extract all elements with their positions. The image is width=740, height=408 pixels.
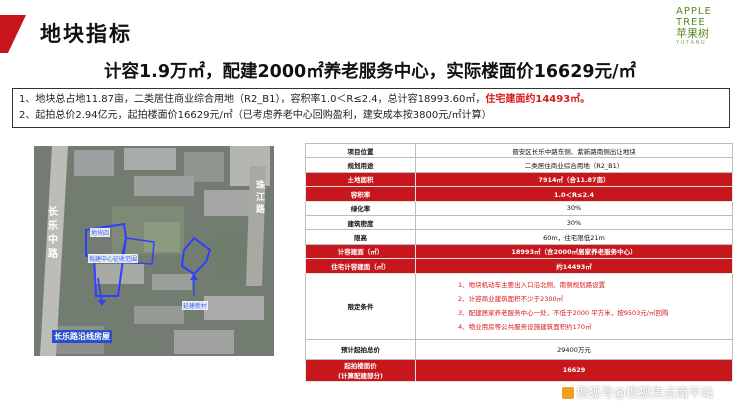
map-label-area: 拟建中心征收范围 — [88, 254, 139, 263]
sohu-icon — [562, 387, 574, 399]
apple-tree-logo: APPLE TREE 苹果树 Y·U·T·A·N·G — [676, 6, 734, 50]
condition-item: 1、地块机动车主要出入口沿北侧、南侧规划路设置 — [458, 281, 606, 290]
table-key-cell: 规划用途 — [305, 157, 416, 173]
table-row: 土地面积 7914㎡（合11.87亩） — [305, 171, 733, 188]
table-key-cell: 起拍楼面价 (计算配建部分) — [305, 358, 416, 382]
header-accent-bar — [0, 15, 8, 53]
info-box: 1、地块总占地11.87亩，二类居住商业综合用地（R2_B1），容积率1.0＜R… — [12, 88, 730, 128]
table-row: 计容建面（㎡） 18993㎡（含2000㎡居家养老服务中心） — [305, 243, 733, 260]
info-line-1-text: 1、地块总占地11.87亩，二类居住商业综合用地（R2_B1），容积率1.0＜R… — [19, 94, 486, 105]
conditions-cell: 1、地块机动车主要出入口沿北侧、南侧规划路设置 2、计容商业建筑面积不少于2300… — [415, 272, 733, 340]
floor-key-line2: (计算配建部分) — [338, 372, 383, 381]
table-row: 住宅计容建面（㎡） 约14493㎡ — [305, 258, 733, 274]
watermark-text: 搜狐号@搜狐焦点南平站 — [576, 385, 714, 400]
table-value-cell: 16629 — [415, 358, 733, 382]
table-row: 规划用途 二类居住商业综合用地（R2_B1） — [305, 157, 733, 173]
table-row-floor-price: 起拍楼面价 (计算配建部分) 16629 — [305, 358, 733, 382]
table-key-cell: 建筑密度 — [305, 214, 416, 231]
logo-text-sub: Y·U·T·A·N·G — [676, 40, 705, 46]
table-value-cell: 29400万元 — [415, 338, 733, 360]
table-value-cell: 60m，住宅限低21m — [415, 229, 733, 245]
table-value-cell: 二类居住商业综合用地（R2_B1） — [415, 157, 733, 173]
table-row: 建筑密度 30% — [305, 214, 733, 231]
info-line-2: 2、起拍总价2.94亿元，起拍楼面价16629元/㎡（已考虑养老中心回购盈利，建… — [19, 110, 492, 121]
table-value-cell: 7914㎡（合11.87亩） — [415, 171, 733, 188]
map-label-road-left: 长乐中路 — [48, 207, 59, 260]
table-value-cell: 约14493㎡ — [415, 258, 733, 274]
info-line-1: 1、地块总占地11.87亩，二类居住商业综合用地（R2_B1），容积率1.0＜R… — [19, 92, 723, 108]
condition-item: 4、物业用房等公共服务设施建筑面积约170㎡ — [458, 323, 592, 332]
map-label-village: 延建新村 — [182, 301, 209, 310]
table-key-cell: 项目位置 — [305, 142, 416, 159]
page-title: 地块指标 — [40, 22, 132, 46]
table-row-price: 预计起拍总价 29400万元 — [305, 338, 733, 360]
header-accent-triangle — [8, 15, 26, 53]
info-line-1-highlight: 住宅建面约14493㎡。 — [485, 94, 591, 105]
table-key-cell: 土地面积 — [305, 171, 416, 188]
condition-item: 3、配建居家养老服务中心一处，不低于2000 平方米，按9503元/㎡回购 — [458, 309, 669, 318]
table-row-conditions: 限定条件 1、地块机动车主要出入口沿北侧、南侧规划路设置 2、计容商业建筑面积不少于… — [305, 272, 733, 340]
table-key-cell: 预计起拍总价 — [305, 338, 416, 360]
map-label-road-bottom: 长乐路沿线房屋 — [52, 330, 112, 343]
table-value-cell: 30% — [415, 214, 733, 231]
land-info-table: 项目位置 晋安区长乐中路东侧、紫新路南侧出让地块 规划用途 二类居住商业综合用地（R2… — [305, 142, 733, 382]
headline: 计容1.9万㎡，配建2000㎡养老服务中心，实际楼面价16629元/㎡ — [104, 62, 636, 82]
satellite-map: 长乐中路 珠江路 长乐路沿线房屋 地块四 拟建中心征收范围 延建新村 — [34, 146, 274, 356]
logo-text-cn: 苹果树 — [676, 27, 709, 40]
table-key-cell: 容积率 — [305, 186, 416, 202]
table-row: 容积率 1.0＜R≤2.4 — [305, 186, 733, 202]
table-row: 绿化率 30% — [305, 200, 733, 216]
table-value-cell: 30% — [415, 200, 733, 216]
map-label-parcel: 地块四 — [90, 228, 111, 237]
slide-header: 地块指标 APPLE TREE 苹果树 Y·U·T·A·N·G — [0, 0, 740, 58]
table-key-cell: 限高 — [305, 229, 416, 245]
watermark: 搜狐号@搜狐焦点南平站 — [562, 382, 714, 401]
floor-key-line1: 起拍楼面价 — [344, 362, 377, 371]
table-key-cell: 限定条件 — [305, 272, 416, 340]
table-value-cell: 1.0＜R≤2.4 — [415, 186, 733, 202]
table-value-cell: 18993㎡（含2000㎡居家养老服务中心） — [415, 243, 733, 260]
condition-item: 2、计容商业建筑面积不少于2300㎡ — [458, 295, 564, 304]
table-value-cell: 晋安区长乐中路东侧、紫新路南侧出让地块 — [415, 142, 733, 159]
logo-text-line1: APPLE — [676, 6, 712, 17]
table-row: 限高 60m，住宅限低21m — [305, 229, 733, 245]
table-key-cell: 住宅计容建面（㎡） — [305, 258, 416, 274]
table-row: 项目位置 晋安区长乐中路东侧、紫新路南侧出让地块 — [305, 142, 733, 159]
table-key-cell: 绿化率 — [305, 200, 416, 216]
map-graphic — [34, 146, 274, 356]
map-label-road-right: 珠江路 — [256, 181, 267, 215]
table-key-cell: 计容建面（㎡） — [305, 243, 416, 260]
